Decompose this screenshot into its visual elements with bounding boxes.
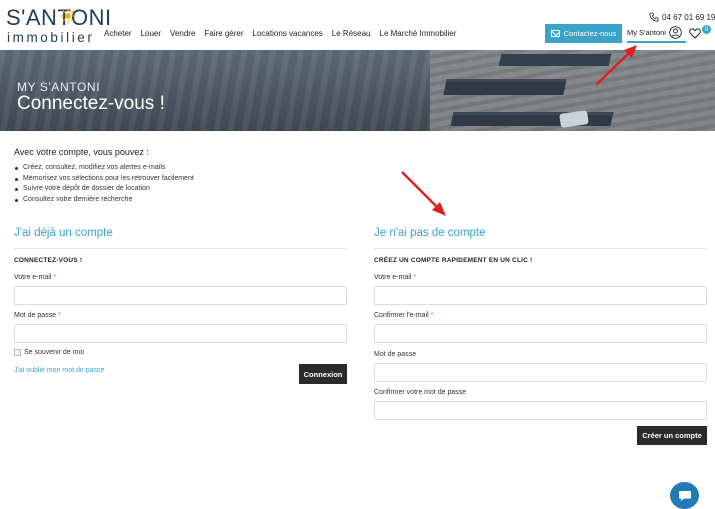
nav-item-le-reseau[interactable]: Le Réseau — [332, 28, 371, 40]
phone-number-text: 04 67 01 69 19 — [662, 12, 715, 22]
santoni-logo[interactable]: S'ANTONI immobilier — [6, 6, 111, 46]
chat-bubble-icon — [678, 490, 691, 501]
intro-title: Avec votre compte, vous pouvez : — [14, 147, 149, 157]
logo-wordmark: S'ANTONI — [6, 5, 112, 30]
register-confirm-password-label: Confirmer votre mot de passe — [374, 389, 467, 396]
phone-number[interactable]: 04 67 01 69 19 — [649, 12, 715, 22]
favorites-button[interactable] — [689, 26, 701, 44]
register-confirm-password-input[interactable] — [374, 401, 707, 420]
phone-icon — [649, 12, 659, 22]
register-password-label: Mot de passe — [374, 351, 417, 358]
list-item: Créez, consultez, modifiez vos alertes e… — [14, 163, 194, 174]
register-title: Je n'ai pas de compte — [374, 227, 486, 239]
register-email-label: Votre e-mail * — [374, 274, 417, 281]
login-title: J'ai déjà un compte — [14, 227, 113, 239]
nav-item-marche-immobilier[interactable]: Le Marché Immobilier — [380, 28, 457, 40]
nav-item-louer[interactable]: Louer — [141, 28, 161, 40]
benefits-list: Créez, consultez, modifiez vos alertes e… — [14, 163, 194, 205]
sun-lounger — [443, 79, 567, 95]
sun-icon — [60, 8, 76, 24]
mail-icon — [550, 30, 560, 37]
active-indicator — [627, 41, 686, 43]
divider — [14, 248, 347, 249]
list-item: Mémorisez vos sélections pour les retrou… — [14, 174, 194, 185]
login-button[interactable]: Connexion — [299, 364, 347, 384]
login-password-label: Mot de passe * — [14, 312, 61, 319]
favorites-count-badge: 0 — [702, 25, 711, 34]
login-section: J'ai déjà un compte CONNECTEZ-VOUS ! — [14, 225, 347, 264]
main-nav: Acheter Louer Vendre Faire gérer Locatio… — [104, 28, 465, 40]
nav-item-vendre[interactable]: Vendre — [170, 28, 195, 40]
list-item: Suivre votre dépôt de dossier de locatio… — [14, 184, 194, 195]
remember-me[interactable]: Se souvenir de moi — [14, 349, 84, 356]
login-password-input[interactable] — [14, 324, 347, 343]
divider — [374, 248, 707, 249]
logo-tagline: immobilier — [7, 30, 95, 45]
remember-me-checkbox[interactable] — [14, 349, 21, 356]
sun-lounger — [498, 54, 612, 66]
nav-item-acheter[interactable]: Acheter — [104, 28, 132, 40]
login-subtitle: CONNECTEZ-VOUS ! — [14, 257, 83, 264]
annotation-arrow-icon — [401, 171, 446, 216]
my-santoni-link[interactable]: My S'antoni — [627, 26, 682, 39]
login-email-label: Votre e-mail * — [14, 274, 57, 281]
hero-title: Connectez-vous ! — [17, 93, 165, 114]
create-account-button[interactable]: Créer un compte — [637, 426, 707, 445]
contact-button-label: Contactez-nous — [563, 29, 617, 38]
user-icon — [669, 26, 682, 39]
register-confirm-email-input[interactable] — [374, 324, 707, 343]
list-item: Consultez votre dernière recherche — [14, 195, 194, 206]
register-section: Je n'ai pas de compte CRÉEZ UN COMPTE RA… — [374, 225, 707, 264]
hero-subtitle: MY S'ANTONI — [17, 80, 101, 94]
site-header: S'ANTONI immobilier Acheter Louer Vendre… — [0, 0, 715, 50]
login-email-input[interactable] — [14, 286, 347, 305]
register-subtitle: CRÉEZ UN COMPTE RAPIDEMENT EN UN CLIC ! — [374, 257, 533, 264]
register-confirm-email-label: Confirmer l'e-mail * — [374, 312, 434, 319]
nav-item-faire-gerer[interactable]: Faire gérer — [204, 28, 243, 40]
forgot-password-link[interactable]: J'ai oublié mon mot de passe — [14, 367, 104, 374]
hero-banner — [0, 50, 715, 131]
nav-item-locations-vacances[interactable]: Locations vacances — [253, 28, 323, 40]
sun-lounger — [450, 112, 614, 126]
heart-icon — [689, 28, 701, 39]
chat-widget-button[interactable] — [670, 482, 699, 509]
register-email-input[interactable] — [374, 286, 707, 305]
my-santoni-label: My S'antoni — [627, 28, 666, 37]
remember-me-label: Se souvenir de moi — [24, 349, 84, 356]
contact-button[interactable]: Contactez-nous — [545, 24, 622, 43]
register-password-input[interactable] — [374, 363, 707, 382]
